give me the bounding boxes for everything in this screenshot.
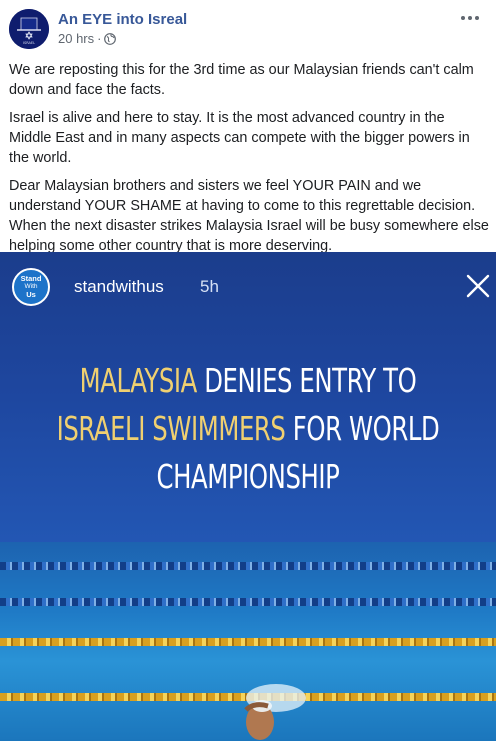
svg-text:ISRAEL: ISRAEL — [23, 41, 35, 45]
close-icon — [466, 274, 490, 298]
post-meta: 20 hrs · — [58, 31, 117, 46]
post-paragraph: We are reposting this for the 3rd time a… — [9, 62, 474, 98]
more-horizontal-icon — [461, 16, 479, 20]
meta-separator: · — [97, 31, 102, 46]
swimmer-image — [244, 684, 306, 740]
post-timestamp[interactable]: 20 hrs — [58, 31, 94, 46]
more-options-button[interactable] — [456, 4, 484, 32]
globe-icon[interactable] — [104, 32, 117, 45]
headline-text: FOR WORLD — [285, 409, 440, 448]
headline-line: CHAMPIONSHIP — [156, 457, 340, 496]
pool-photo — [0, 542, 496, 741]
eye-logo-icon: ISRAEL — [9, 9, 49, 49]
post-paragraph: Dear Malaysian brothers and sisters we f… — [9, 178, 489, 254]
page-name-link[interactable]: An EYE into Isreal — [58, 11, 187, 28]
post-header: ISRAEL An EYE into Isreal 20 hrs · — [0, 0, 496, 58]
shared-story-image[interactable]: Stand With Us standwithus 5h MALAYSIA DE… — [0, 252, 496, 741]
story-account-name: standwithus — [74, 277, 164, 296]
post-paragraph: Israel is alive and here to stay. It is … — [9, 110, 470, 166]
headline-line: MALAYSIA DENIES ENTRY TO — [45, 357, 452, 405]
lane-rope — [0, 598, 496, 606]
logo-word: Stand — [20, 274, 42, 283]
lane-rope — [0, 638, 496, 646]
page-avatar[interactable]: ISRAEL — [9, 9, 49, 49]
headline-text: DENIES ENTRY TO — [196, 361, 417, 400]
headline-highlight: MALAYSIA — [79, 361, 198, 400]
story-headline: MALAYSIA DENIES ENTRY TO ISRAELI SWIMMER… — [45, 357, 452, 501]
standwithus-logo: Stand With Us — [12, 268, 50, 306]
headline-line: ISRAELI SWIMMERS FOR WORLD — [45, 405, 452, 453]
story-header: Stand With Us standwithus 5h — [0, 252, 496, 312]
post-text: We are reposting this for the 3rd time a… — [9, 60, 489, 264]
logo-word: Us — [26, 290, 36, 299]
story-time: 5h — [200, 277, 219, 296]
lane-rope — [0, 562, 496, 570]
headline-highlight: ISRAELI SWIMMERS — [56, 409, 286, 448]
